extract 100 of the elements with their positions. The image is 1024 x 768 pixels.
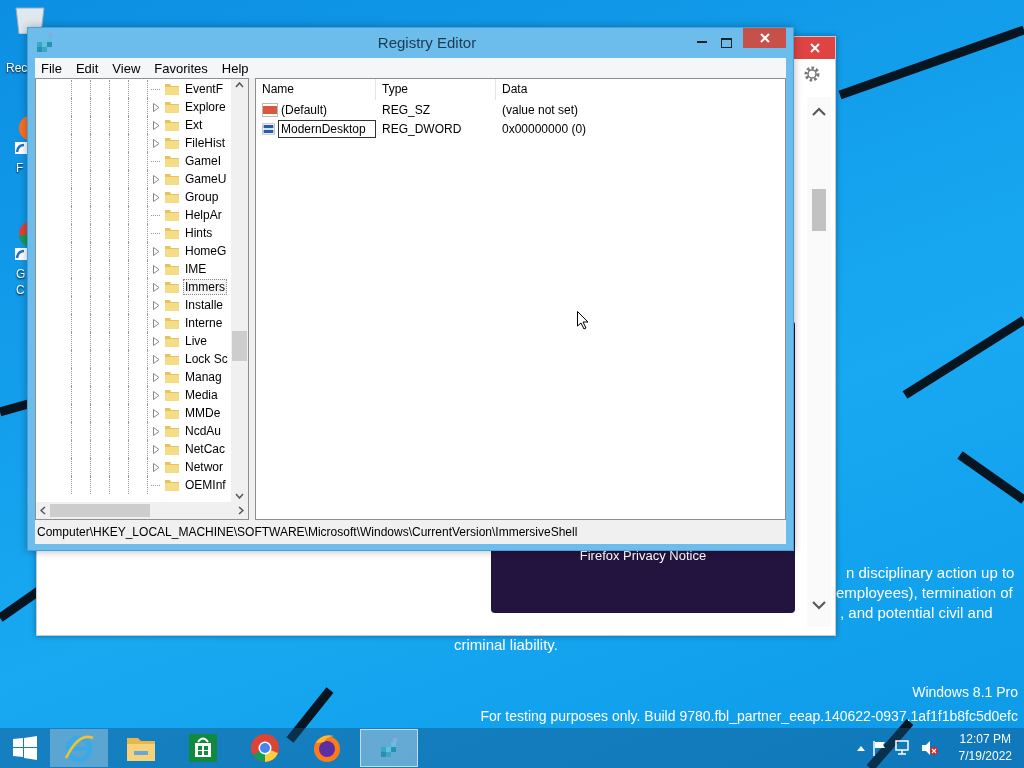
scroll-down-icon[interactable] — [235, 493, 244, 499]
desktop-icon-label: Rec — [6, 60, 29, 76]
build-notice-text: For testing purposes only. Build 9780.fbl_partner_eeap.140622-0937.1af1f1b8fc5d0efc — [480, 708, 1018, 724]
scroll-left-icon[interactable] — [40, 506, 46, 515]
tree-item[interactable]: NcdAu — [183, 423, 224, 439]
rename-field[interactable]: ModernDesktop — [278, 119, 376, 138]
expand-icon[interactable] — [152, 120, 160, 130]
desktop-icon-label: F — [16, 160, 25, 176]
binary-value-icon — [262, 121, 275, 136]
expand-icon[interactable] — [152, 336, 160, 346]
expand-icon[interactable] — [152, 462, 160, 472]
close-icon — [809, 43, 820, 53]
scrollbar[interactable] — [231, 79, 248, 502]
chrome-icon — [250, 733, 280, 763]
tree-item[interactable]: Ext — [183, 117, 205, 133]
settings-icon[interactable] — [803, 65, 821, 83]
expand-icon[interactable] — [152, 174, 160, 184]
menu-item[interactable]: Help — [215, 60, 255, 76]
tree-item[interactable]: Immers — [183, 279, 227, 295]
expand-icon[interactable] — [152, 408, 160, 418]
tree-item[interactable]: MMDe — [183, 405, 223, 421]
tree-item[interactable]: Installe — [183, 297, 226, 313]
column-header[interactable]: Type — [376, 79, 496, 100]
folder-icon — [164, 478, 180, 492]
value-data: 0x00000000 (0) — [501, 121, 588, 136]
folder-icon — [164, 118, 180, 132]
tree-item[interactable]: IME — [183, 261, 209, 277]
scrollbar[interactable] — [36, 502, 248, 519]
tree-item[interactable]: Explore — [183, 99, 228, 115]
expand-icon[interactable] — [152, 192, 160, 202]
tree-item[interactable]: Media — [183, 387, 220, 403]
column-header[interactable]: Data — [496, 79, 785, 100]
close-button[interactable] — [794, 37, 835, 59]
expand-icon[interactable] — [152, 444, 160, 454]
expand-icon[interactable] — [152, 372, 160, 382]
tree-item[interactable]: HelpAr — [183, 207, 224, 223]
tree-item[interactable]: Networ — [183, 459, 225, 475]
folder-icon — [164, 442, 180, 456]
windows-logo-icon — [13, 736, 37, 760]
close-button[interactable] — [743, 28, 786, 48]
flag-icon[interactable] — [872, 740, 887, 756]
menu-item[interactable]: Edit — [69, 60, 105, 76]
tree-item[interactable]: NetCac — [183, 441, 227, 457]
minimize-icon — [696, 41, 707, 44]
expand-icon[interactable] — [152, 102, 160, 112]
expand-icon[interactable] — [152, 318, 160, 328]
expand-icon[interactable] — [152, 390, 160, 400]
os-edition-text: Windows 8.1 Pro — [912, 684, 1018, 700]
scroll-up-icon[interactable] — [812, 107, 826, 117]
tree-item[interactable]: GameU — [183, 171, 229, 187]
store-bag-icon — [188, 733, 218, 763]
column-header[interactable]: Name — [256, 79, 376, 100]
expand-icon[interactable] — [152, 300, 160, 310]
folder-icon — [164, 424, 180, 438]
tree-item[interactable]: HomeG — [183, 243, 229, 259]
background-text-line: employees), termination of — [836, 584, 1013, 601]
background-text-line: , and potential civil and — [840, 604, 993, 621]
background-text-line: criminal liability. — [454, 636, 558, 653]
tree-item[interactable]: EventF — [183, 81, 225, 97]
muted-speaker-icon[interactable] — [920, 740, 939, 756]
card-title[interactable]: Firefox Privacy Notice — [579, 548, 707, 563]
scrollbar-thumb[interactable] — [812, 189, 826, 231]
folder-icon — [164, 154, 180, 168]
folder-icon — [164, 316, 180, 330]
value-name[interactable]: (Default) — [281, 102, 327, 117]
expand-icon[interactable] — [152, 246, 160, 256]
scroll-up-icon[interactable] — [235, 82, 244, 88]
menu-item[interactable]: File — [35, 60, 68, 76]
tree-item[interactable]: Live — [183, 333, 209, 349]
expand-icon[interactable] — [152, 138, 160, 148]
tree-item[interactable]: FileHist — [183, 135, 227, 151]
tree-item[interactable]: GameI — [183, 153, 223, 169]
scrollbar-thumb[interactable] — [232, 331, 247, 361]
clock-date[interactable]: 7/19/2022 — [958, 748, 1012, 765]
cursor-icon — [577, 311, 589, 330]
folder-icon — [164, 262, 180, 276]
tree-item[interactable]: Manag — [183, 369, 224, 385]
tree-item[interactable]: Hints — [183, 225, 215, 241]
string-value-icon — [262, 102, 278, 117]
folder-icon — [164, 280, 180, 294]
scrollbar-thumb[interactable] — [50, 504, 150, 517]
registry-cubes-icon — [35, 32, 55, 53]
clock-time[interactable]: 12:07 PM — [959, 731, 1011, 748]
scroll-down-icon[interactable] — [812, 600, 826, 610]
menu-item[interactable]: View — [106, 60, 147, 76]
folder-icon — [164, 190, 180, 204]
folder-icon — [164, 226, 180, 240]
menu-item[interactable]: Favorites — [148, 60, 214, 76]
tree-item[interactable]: Group — [183, 189, 221, 205]
tree-item[interactable]: Lock Sc — [183, 351, 230, 367]
expand-icon[interactable] — [152, 354, 160, 364]
tree-item[interactable]: Interne — [183, 315, 225, 331]
folder-icon — [164, 82, 180, 96]
show-hidden-icons-icon[interactable] — [856, 745, 865, 751]
tree-item[interactable]: OEMInf — [183, 477, 228, 493]
expand-icon[interactable] — [152, 264, 160, 274]
scroll-right-icon[interactable] — [238, 506, 244, 515]
expand-icon[interactable] — [152, 426, 160, 436]
folder-icon — [164, 370, 180, 384]
expand-icon[interactable] — [152, 282, 160, 292]
